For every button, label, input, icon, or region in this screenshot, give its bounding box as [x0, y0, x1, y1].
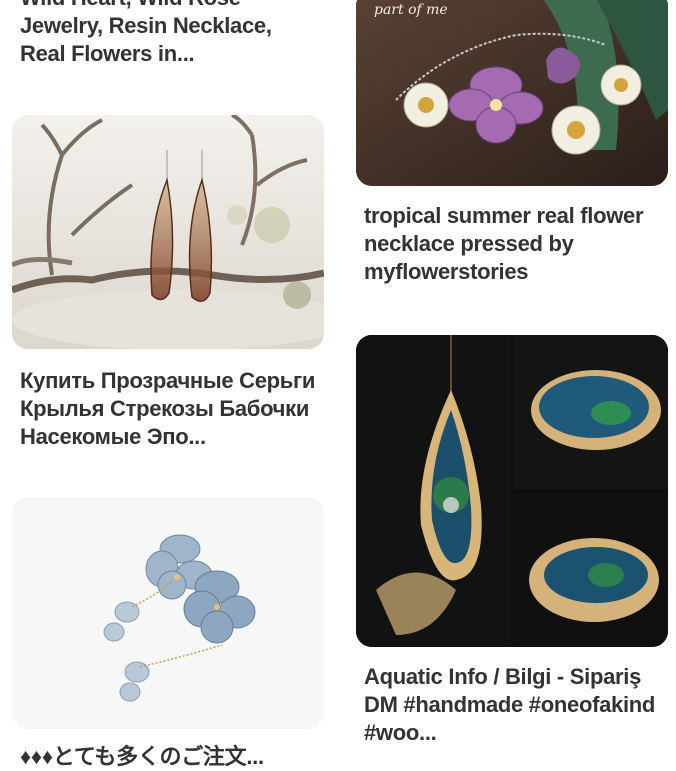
pin-card[interactable]: Купить Прозрачные Серьги Крылья Стрекозы…: [12, 115, 324, 451]
hydrangea-earrings-image: [12, 497, 324, 729]
pin-title[interactable]: ♦♦♦とても多くのご注文...: [12, 743, 324, 771]
resin-pendant-collage-image: [356, 335, 668, 647]
pin-title[interactable]: Aquatic Info / Bilgi - Sipariş DM #handm…: [356, 663, 668, 747]
pin-card[interactable]: Wild Heart, Wild Rose Jewelry, Resin Nec…: [12, 0, 324, 68]
pin-title[interactable]: Купить Прозрачные Серьги Крылья Стрекозы…: [12, 367, 324, 451]
pin-image[interactable]: [12, 115, 324, 349]
pin-card[interactable]: ♦♦♦とても多くのご注文...: [12, 497, 324, 771]
dragonfly-earrings-image: [12, 115, 324, 349]
pin-title-link[interactable]: Aquatic Info / Bilgi - Sipariş DM #handm…: [364, 664, 655, 745]
pin-title[interactable]: tropical summer real flower necklace pre…: [356, 202, 668, 286]
pin-title-link[interactable]: ♦♦♦とても多くのご注文...: [20, 744, 264, 769]
pin-title-link[interactable]: Wild Heart, Wild Rose Jewelry, Resin Nec…: [20, 0, 272, 66]
pressed-flower-necklace-image: [356, 0, 668, 186]
pin-title-link[interactable]: tropical summer real flower necklace pre…: [364, 203, 644, 284]
pin-card[interactable]: part of me tropical summer real flower n…: [356, 0, 668, 286]
pin-image[interactable]: part of me: [356, 0, 668, 186]
pin-image[interactable]: [356, 335, 668, 647]
pin-image[interactable]: [12, 497, 324, 729]
image-watermark: part of me: [374, 2, 448, 18]
pin-title[interactable]: Wild Heart, Wild Rose Jewelry, Resin Nec…: [12, 0, 324, 68]
pin-card[interactable]: Aquatic Info / Bilgi - Sipariş DM #handm…: [356, 335, 668, 747]
pin-title-link[interactable]: Купить Прозрачные Серьги Крылья Стрекозы…: [20, 368, 315, 449]
